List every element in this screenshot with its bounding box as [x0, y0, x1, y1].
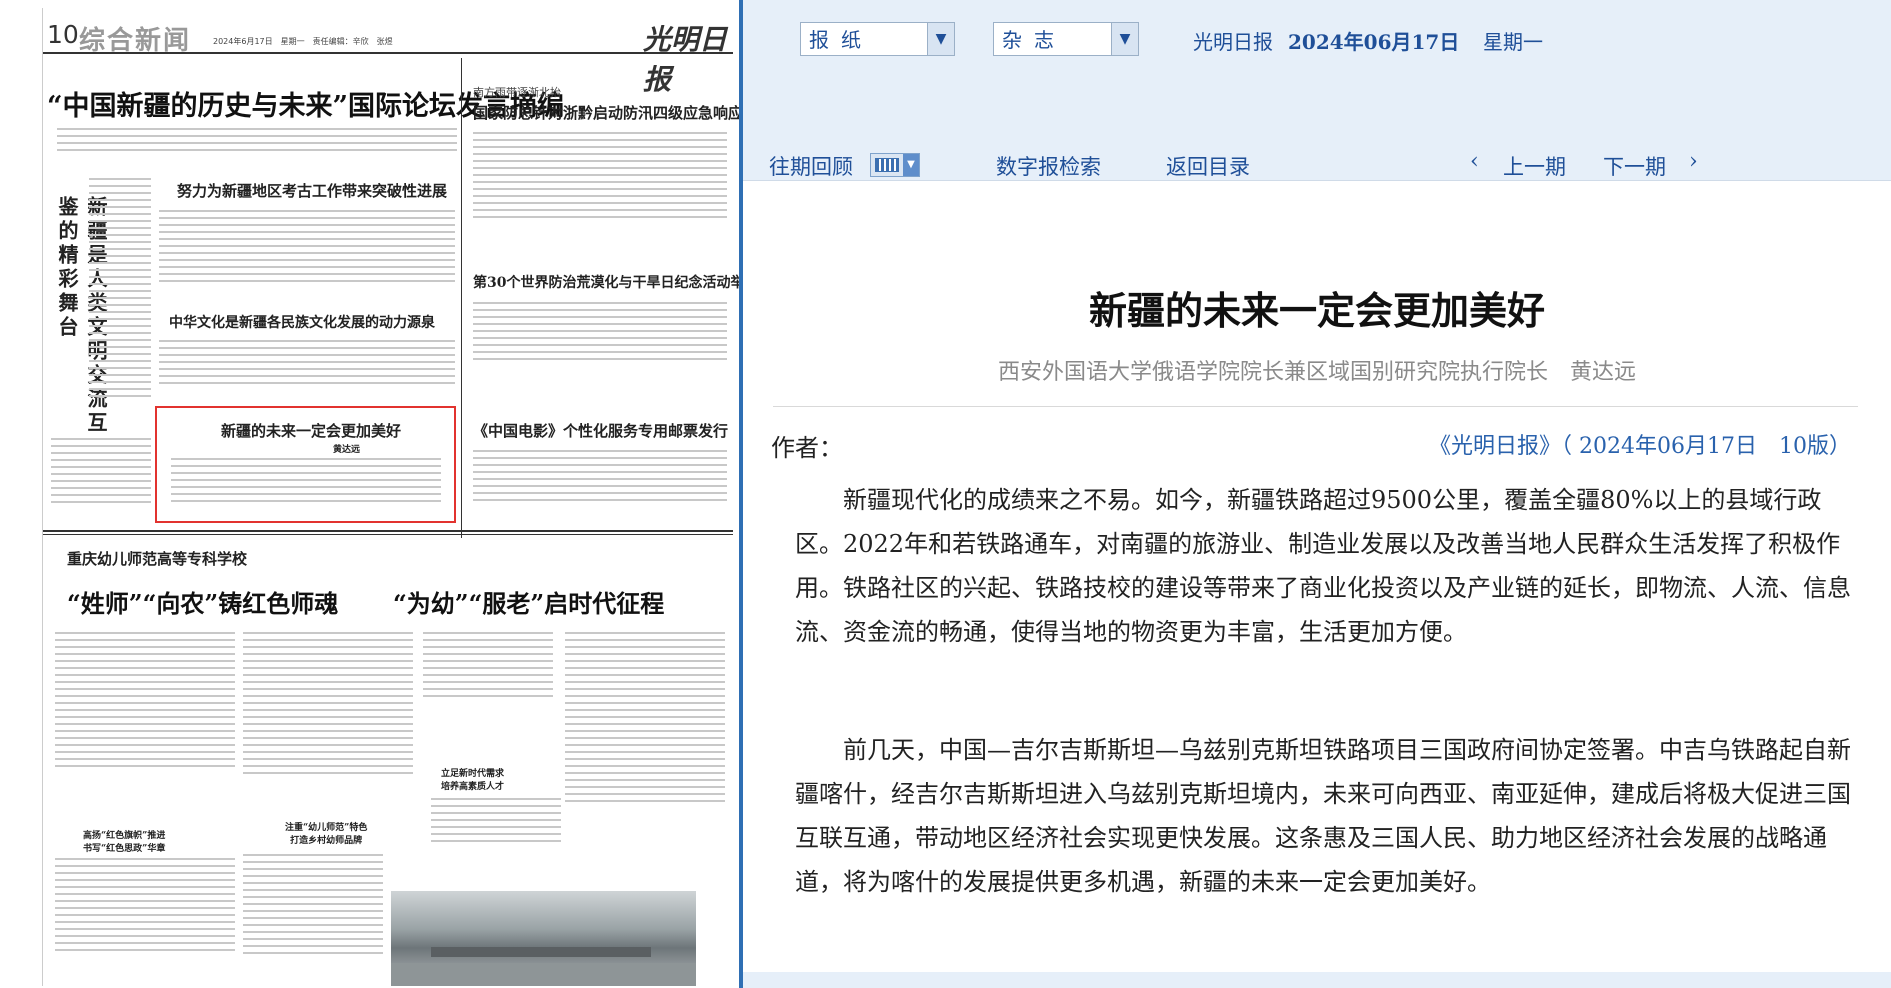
lower-col-2-text [243, 632, 413, 779]
magazine-select-value: 杂志 [1002, 28, 1066, 52]
chevron-right-icon[interactable]: › [1689, 149, 1698, 174]
flood-article-title[interactable]: 国家防总针对浙黔启动防汛四级应急响应 [473, 102, 740, 123]
article-archaeology-text [159, 210, 455, 287]
past-issues-link[interactable]: 往期回顾 [769, 151, 853, 181]
desertification-article-text [473, 302, 727, 365]
lower-feature-kicker: 重庆幼儿师范高等专科学校 [67, 550, 248, 568]
magazine-select[interactable]: 杂志 ▼ [993, 22, 1139, 56]
highlighted-article-title[interactable]: 新疆的未来一定会更加美好 [221, 420, 401, 441]
title-separator [773, 406, 1858, 407]
lower-col-1b-text [55, 858, 235, 956]
article-culture-title[interactable]: 中华文化是新疆各民族文化发展的动力源泉 [169, 312, 435, 332]
paper-type-select[interactable]: 报纸 ▼ [800, 22, 955, 56]
stamp-article-title[interactable]: 《中国电影》个性化服务专用邮票发行 [473, 420, 728, 441]
photo-building [431, 947, 651, 957]
publication-name: 光明日报 [1193, 30, 1273, 54]
highlighted-article-text [171, 458, 441, 507]
issue-date: 2024年06月17日 [1288, 30, 1460, 54]
column-rule [461, 58, 462, 538]
vertical-article-text [89, 178, 151, 402]
lower-col-2b-text [243, 854, 383, 959]
back-to-index-link[interactable]: 返回目录 [1166, 151, 1250, 181]
lower-col-3b-text [431, 798, 561, 847]
article-viewer: 报纸 ▼ 杂志 ▼ 光明日报 2024年06月17日 星期一 往期回顾 ▼ 数字… [743, 0, 1891, 988]
flood-article-text [473, 132, 727, 223]
bottom-bar [743, 972, 1891, 988]
article-culture-text [159, 340, 455, 389]
article-paragraph: 新疆现代化的成绩来之不易。如今，新疆铁路超过9500公里，覆盖全疆80%以上的县… [795, 486, 1851, 646]
calendar-icon [875, 158, 899, 172]
lower-col-1-text [55, 632, 235, 772]
calendar-picker[interactable]: ▼ [870, 153, 920, 177]
photo-ground [391, 963, 696, 986]
lower-subhead-3: 立足新时代需求 培养高素质人才 [441, 769, 505, 792]
newspaper-page-pane: 10 综合新闻 2024年6月17日 星期一 责任编辑：辛欣 张煜 光明日报 “… [0, 0, 740, 988]
stamp-article-text [473, 450, 727, 506]
lower-section-rule [43, 530, 733, 532]
digital-search-link[interactable]: 数字报检索 [996, 151, 1101, 181]
chevron-left-icon[interactable]: ‹ [1470, 149, 1479, 174]
next-issue-link[interactable]: 下一期 [1603, 151, 1666, 181]
page-date-line: 2024年6月17日 星期一 责任编辑：辛欣 张煜 [213, 37, 393, 46]
chevron-down-icon[interactable]: ▼ [1111, 23, 1138, 55]
article-author: 西安外国语大学俄语学院院长兼区域国别研究院执行院长 黄达远 [997, 360, 1636, 385]
campus-photo [391, 891, 696, 986]
flood-article-kicker: 南方雨带逐渐北抬 [473, 86, 561, 99]
header-rule [43, 52, 733, 54]
author-label: 作者： [771, 434, 843, 462]
chevron-down-icon[interactable]: ▼ [927, 23, 954, 55]
paper-type-select-value: 报纸 [809, 28, 873, 52]
lower-subhead-2: 注重“幼儿师范”特色 打造乡村幼师品牌 [285, 823, 368, 846]
selected-article-highlight[interactable]: 新疆的未来一定会更加美好 黄达远 [155, 406, 456, 523]
lower-section-rule-thin [43, 534, 733, 535]
article-source: 《光明日报》（ 2024年06月17日 10版） [1429, 434, 1851, 459]
lower-feature-title-1[interactable]: “姓师”“向农”铸红色师魂 [67, 584, 338, 619]
newspaper-page: 10 综合新闻 2024年6月17日 星期一 责任编辑：辛欣 张煜 光明日报 “… [42, 8, 740, 986]
article-archaeology-title[interactable]: 努力为新疆地区考古工作带来突破性进展 [177, 180, 447, 201]
left-column-text [51, 438, 151, 508]
newspaper-masthead: 光明日报 [643, 23, 728, 96]
intro-text-block [57, 128, 457, 156]
lower-feature-title-2[interactable]: “为幼”“服老”启时代征程 [393, 584, 664, 619]
article-paragraph: 前几天，中国—吉尔吉斯斯坦—乌兹别克斯坦铁路项目三国政府间协定签署。中吉乌铁路起… [795, 736, 1851, 896]
previous-issue-link[interactable]: 上一期 [1503, 151, 1566, 181]
highlighted-article-byline: 黄达远 [333, 445, 361, 455]
lower-col-4-text [565, 632, 725, 807]
article-title: 新疆的未来一定会更加美好 [1088, 288, 1545, 333]
page-number: 10 [47, 20, 79, 49]
issue-weekday: 星期一 [1483, 30, 1543, 54]
chevron-down-icon: ▼ [903, 154, 919, 176]
desertification-article-title[interactable]: 第30个世界防治荒漠化与干旱日纪念活动举行 [473, 272, 740, 292]
lower-subhead-1: 高扬“红色旗帜”推进 书写“红色思政”华章 [83, 831, 166, 854]
lower-col-3-text [423, 632, 553, 702]
